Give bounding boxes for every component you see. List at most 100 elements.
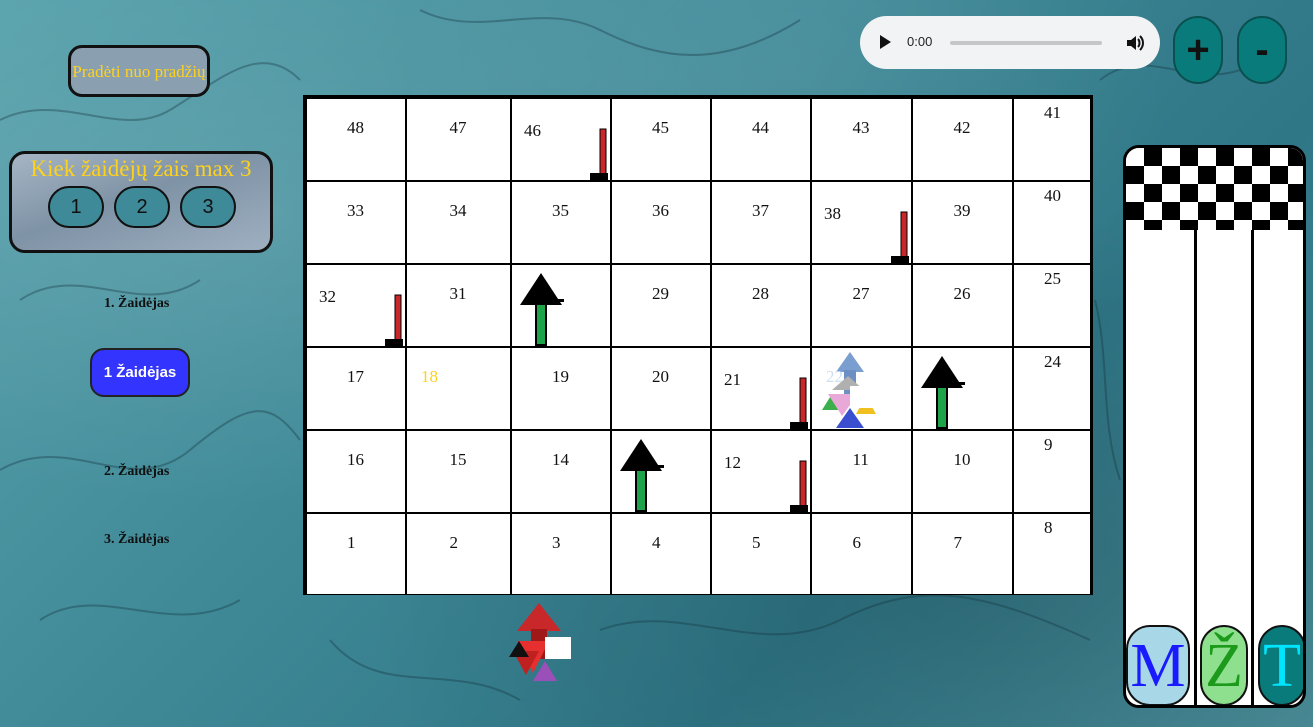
player-2-label: 2. Žaidėjas [104, 464, 170, 479]
player-count-1-button[interactable]: 1 [48, 186, 104, 228]
board-cell-33: 33 [306, 181, 406, 264]
board-cell-42: 42 [912, 98, 1013, 181]
cell-number: 40 [1044, 186, 1061, 205]
lane-divider [1194, 230, 1197, 705]
ladder-arrow-icon [620, 439, 664, 512]
board-cell-17: 17 [306, 347, 406, 430]
lane-divider [1251, 230, 1254, 705]
player-pieces-icon [509, 603, 571, 681]
cell-number: 8 [1044, 518, 1053, 537]
snake-arrow-icon [891, 211, 909, 264]
board-cell-21: 21 [711, 347, 811, 430]
cell-number: 48 [347, 118, 364, 137]
board-cell-22: 22 [811, 347, 912, 430]
board-cell-4: 4 [611, 513, 711, 595]
cell-number: 37 [752, 201, 769, 220]
volume-icon[interactable] [1125, 33, 1145, 53]
board-cell-1: 1 [306, 513, 406, 595]
board-cell-9: 9 [1013, 430, 1091, 513]
board-cell-27: 27 [811, 264, 912, 347]
player-count-2-button[interactable]: 2 [114, 186, 170, 228]
board-cell-46: 46 [511, 98, 611, 181]
cell-number: 19 [552, 367, 569, 386]
restart-button[interactable]: Pradėti nuo pradžių [68, 45, 210, 97]
cell-number: 42 [953, 118, 971, 137]
cell-number: 34 [449, 201, 467, 220]
board-cell-44: 44 [711, 98, 811, 181]
cell-number: 2 [449, 533, 459, 552]
cell-number: 16 [347, 450, 364, 469]
cell-number: 27 [852, 284, 870, 303]
cell-number: 41 [1044, 103, 1061, 122]
board-cell-30 [511, 264, 611, 347]
player-count-3-button[interactable]: 3 [180, 186, 236, 228]
board-cell-7: 7 [912, 513, 1013, 595]
cell-number: 14 [552, 450, 569, 469]
game-board: 48 47 46 45 44 43 42 41 33 34 35 36 37 38 39 40 32 31 29 28… [303, 95, 1093, 681]
board-cell-15: 15 [406, 430, 511, 513]
board-cell-34: 34 [406, 181, 511, 264]
board-cell-24: 24 [1013, 347, 1091, 430]
cell-number: 3 [552, 533, 561, 552]
board-cell-35: 35 [511, 181, 611, 264]
cell-number: 47 [449, 118, 467, 137]
board-cell-32: 32 [306, 264, 406, 347]
zoom-in-button[interactable]: + [1173, 16, 1223, 84]
cell-number: 20 [652, 367, 669, 386]
board-cell-28: 28 [711, 264, 811, 347]
board-cell-36: 36 [611, 181, 711, 264]
ladder-arrow-icon [520, 273, 564, 346]
finish-token-2: Ž [1200, 625, 1248, 705]
cell-number: 5 [752, 533, 761, 552]
finish-token-1: M [1126, 625, 1190, 705]
snake-arrow-icon [790, 460, 808, 513]
cell-number: 17 [347, 367, 364, 386]
board-cell-25: 25 [1013, 264, 1091, 347]
board-cell-8: 8 [1013, 513, 1091, 595]
cell-number: 25 [1044, 269, 1061, 288]
cell-number: 1 [347, 533, 356, 552]
play-icon[interactable] [880, 35, 891, 49]
finish-token-3: T [1258, 625, 1303, 705]
cell-number: 11 [852, 450, 869, 469]
board-cell-23 [912, 347, 1013, 430]
board-cell-47: 47 [406, 98, 511, 181]
snake-arrow-icon [385, 294, 403, 347]
audio-player: 0:00 [860, 16, 1160, 69]
audio-progress-bar[interactable] [950, 41, 1102, 45]
cell-number: 35 [552, 201, 569, 220]
cell-number: 24 [1044, 352, 1061, 371]
cell-number: 31 [449, 284, 467, 303]
board-cell-26: 26 [912, 264, 1013, 347]
cell-number: 9 [1044, 435, 1053, 454]
cell-number: 10 [953, 450, 971, 469]
board-cell-37: 37 [711, 181, 811, 264]
cell-number: 12 [724, 453, 741, 472]
player-pieces-icon [822, 352, 876, 428]
snake-arrow-icon [790, 377, 808, 430]
cell-number: 15 [449, 450, 467, 469]
cell-number: 33 [347, 201, 364, 220]
board-cell-3: 3 [511, 513, 611, 595]
current-player-button[interactable]: 1 Žaidėjas [90, 348, 190, 397]
board-cell-43: 43 [811, 98, 912, 181]
cell-number: 21 [724, 370, 741, 389]
board-cell-38: 38 [811, 181, 912, 264]
board-cell-45: 45 [611, 98, 711, 181]
board-cell-6: 6 [811, 513, 912, 595]
board-cell-18: 18 [406, 347, 571, 681]
board-cell-40: 40 [1013, 181, 1091, 264]
cell-number: 26 [953, 284, 971, 303]
finish-track: MŽT [1123, 145, 1306, 708]
board-cell-16: 16 [306, 430, 406, 513]
player-count-panel: Kiek žaidėjų žais max 3 1 2 3 [9, 151, 273, 253]
zoom-out-button[interactable]: - [1237, 16, 1287, 84]
cell-number: 6 [852, 533, 862, 552]
board-cell-39: 39 [912, 181, 1013, 264]
cell-number: 44 [752, 118, 769, 137]
board-cell-41: 41 [1013, 98, 1091, 181]
cell-number: 36 [652, 201, 669, 220]
board-cell-5: 5 [711, 513, 811, 595]
snake-arrow-icon [590, 128, 608, 181]
board-cell-11: 11 [811, 430, 912, 513]
